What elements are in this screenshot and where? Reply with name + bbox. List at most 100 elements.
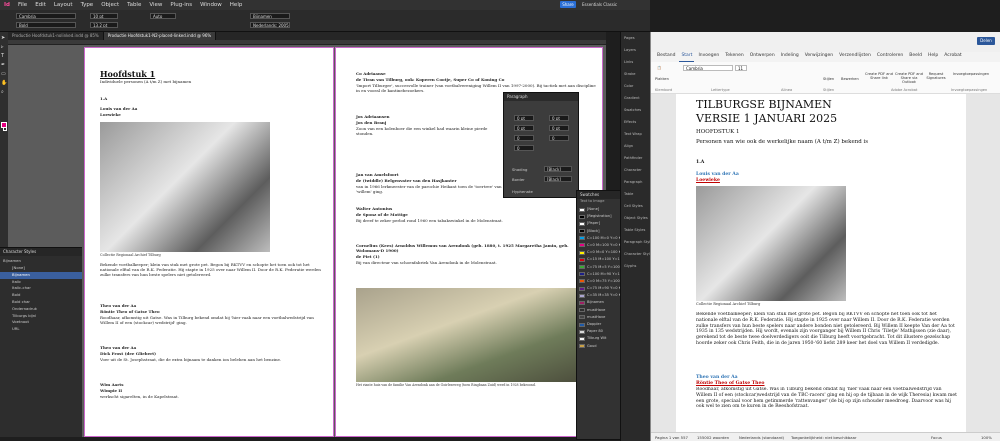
photo-villa[interactable] — [356, 288, 576, 382]
menu-view[interactable]: View — [149, 2, 162, 8]
dock-panel-tab[interactable]: Paragraph Styles — [621, 236, 650, 248]
dock-panel-tab[interactable]: Pathfinder — [621, 152, 650, 164]
first-line-field[interactable]: 0 pt — [514, 125, 534, 131]
type-tool-icon[interactable]: T — [1, 53, 4, 59]
border-label[interactable]: Border — [512, 177, 525, 182]
document-page[interactable]: TILBURGSE BIJNAMEN VERSIE 1 JANUARI 2025… — [676, 94, 966, 432]
bio-paragraph[interactable]: Bij van directeur van schoenfabriek Van … — [356, 260, 576, 286]
dock-panel-tab[interactable]: Effects — [621, 116, 650, 128]
person-nickname[interactable]: Röntie Theo of Gatse Theo — [100, 309, 160, 314]
tab-ontwerpen[interactable]: Ontwerpen — [748, 52, 777, 62]
dock-panel-tab[interactable]: Swatches — [621, 104, 650, 116]
person-name[interactable]: Cornelius (Kees) Arnoldus Willemus van A… — [356, 243, 576, 253]
dock-panel-tab[interactable]: Paragraph — [621, 176, 650, 188]
request-signatures-button[interactable]: Request Signatures — [925, 72, 947, 80]
doc-chapter[interactable]: HOOFDSTUK 1 — [696, 129, 739, 136]
style-item[interactable]: Bijnamen — [0, 271, 82, 279]
hyphenate-checkbox[interactable]: Hyphenate — [512, 189, 533, 194]
dock-panel-tab[interactable]: Character — [621, 164, 650, 176]
tab-indeling[interactable]: Indeling — [779, 52, 801, 62]
language-status[interactable]: Nederlands (standaard) — [739, 435, 784, 440]
person-name[interactable]: Louis van der Aa — [100, 106, 137, 111]
dock-panel-tab[interactable]: Gradient — [621, 92, 650, 104]
edit-button[interactable]: Bewerken — [841, 77, 859, 81]
person-name[interactable]: Wim Aarts — [100, 382, 123, 387]
dock-panel-tab[interactable]: Text Wrap — [621, 128, 650, 140]
dock-panel-tab[interactable]: Links — [621, 56, 650, 68]
tab-bestand[interactable]: Bestand — [655, 52, 677, 62]
bio-paragraph[interactable]: van in 1966 lerkmeester van de parochie … — [356, 184, 506, 204]
dock-panel-tab[interactable]: Glyphs — [621, 260, 650, 272]
rectangle-tool-icon[interactable]: ▭ — [1, 71, 6, 77]
dock-panel-tab[interactable]: Color — [621, 80, 650, 92]
style-item[interactable]: Ondernadruk — [0, 306, 82, 313]
menu-layout[interactable]: Layout — [54, 2, 73, 8]
language-field[interactable]: Nederlands: 2005 r... — [250, 22, 290, 28]
font-size-field[interactable]: 11 — [735, 65, 747, 71]
doc-person-nickname[interactable]: Loewieke — [696, 178, 720, 184]
person-nickname[interactable]: Loewieke — [100, 112, 121, 117]
tab-document-1[interactable]: Productie Hoofdstuk1-nolinked.indd @ 85% — [8, 32, 104, 40]
style-item[interactable]: Bold char — [0, 299, 82, 306]
workspace-switcher[interactable]: Essentials Classic — [582, 2, 617, 7]
style-item[interactable]: Voetnoot — [0, 319, 82, 326]
focus-button[interactable]: Focus — [931, 435, 942, 440]
person-nickname[interactable]: Dick Frost (dee Gliebert) — [100, 351, 156, 356]
dock-panel-tab[interactable]: Pages — [621, 32, 650, 44]
section-letter[interactable]: 1.A — [100, 96, 107, 101]
auto-field[interactable]: Auto — [150, 13, 176, 19]
person-nickname[interactable]: Wimpie II — [100, 388, 122, 393]
last-line-field[interactable]: 0 pt — [549, 125, 569, 131]
dock-panel-tab[interactable]: Table Styles — [621, 224, 650, 236]
tab-tekenen[interactable]: Tekenen — [723, 52, 745, 62]
person-name[interactable]: Jan van Amelsfoort — [356, 172, 399, 177]
left-indent-field[interactable]: 0 pt — [514, 115, 534, 121]
person-name[interactable]: Co Adriaanse — [356, 71, 386, 76]
shading-color[interactable]: [Black] — [544, 166, 572, 172]
zoom-tool-icon[interactable]: ⌕ — [1, 89, 4, 95]
person-name[interactable]: Theo van der Aa — [100, 345, 136, 350]
share-button[interactable]: Share — [560, 1, 576, 8]
dock-panel-tab[interactable]: Object Styles — [621, 212, 650, 224]
zoom-level[interactable]: 100% — [981, 435, 992, 440]
share-button[interactable]: Delen — [977, 37, 995, 45]
hand-tool-icon[interactable]: ✋ — [1, 80, 7, 86]
doc-paragraph[interactable]: Bekende voetbalkeeper; klein van stuk me… — [696, 312, 958, 370]
menu-type[interactable]: Type — [81, 2, 94, 8]
style-item[interactable]: Bold — [0, 292, 82, 299]
dock-panel-tab[interactable]: Stroke — [621, 68, 650, 80]
chapter-subtitle[interactable]: Individuele personen (A t/m Z) met bijna… — [100, 79, 320, 84]
right-indent-field[interactable]: 0 pt — [549, 115, 569, 121]
direct-selection-icon[interactable]: ▹ — [1, 44, 4, 50]
shading-label[interactable]: Shading — [512, 167, 527, 172]
doc-photo[interactable] — [696, 186, 846, 301]
doc-letter[interactable]: 1.A — [696, 160, 704, 166]
tab-verwijzingen[interactable]: Verwijzingen — [803, 52, 835, 62]
person-name[interactable]: Jos Adriaansen — [356, 114, 390, 119]
tab-invoegen[interactable]: Invoegen — [696, 52, 721, 62]
dock-panel-tab[interactable]: Cell Styles — [621, 200, 650, 212]
create-pdf-share-link-button[interactable]: Create PDF and Share link — [865, 72, 893, 80]
page-count[interactable]: Pagina 1 van 557 — [655, 435, 688, 440]
person-nickname[interactable]: de Sponz of de Mottige — [356, 212, 408, 217]
photo-goalkeeper[interactable] — [100, 122, 270, 252]
dock-panel-tab[interactable]: Table — [621, 188, 650, 200]
style-item[interactable]: URL — [0, 326, 82, 333]
person-nickname[interactable]: Jos den Branj — [356, 120, 386, 125]
space-before-field[interactable]: 0 — [514, 135, 534, 141]
chapter-heading[interactable]: Hoofdstuk 1 — [100, 69, 155, 79]
dock-panel-tab[interactable]: Character Styles — [621, 248, 650, 260]
menu-help[interactable]: Help — [230, 2, 243, 8]
doc-subtitle[interactable]: Personen van wie ook de werkelijke naam … — [696, 139, 956, 146]
menu-edit[interactable]: Edit — [35, 2, 46, 8]
doc-person-name[interactable]: Louis van der Aa — [696, 172, 739, 178]
space-after-field[interactable]: 0 — [549, 135, 569, 141]
tab-acrobat[interactable]: Acrobat — [942, 52, 963, 62]
panel-title[interactable]: Paragraph — [504, 93, 578, 101]
font-field[interactable]: Cambria — [683, 65, 733, 71]
style-item[interactable]: Italic-char — [0, 285, 82, 292]
border-color[interactable]: [Black] — [544, 176, 572, 182]
drop-cap-field[interactable]: 0 — [514, 145, 534, 151]
menu-plugins[interactable]: Plug-ins — [170, 2, 192, 8]
doc-title-line2[interactable]: VERSIE 1 JANUARI 2025 — [696, 112, 837, 125]
